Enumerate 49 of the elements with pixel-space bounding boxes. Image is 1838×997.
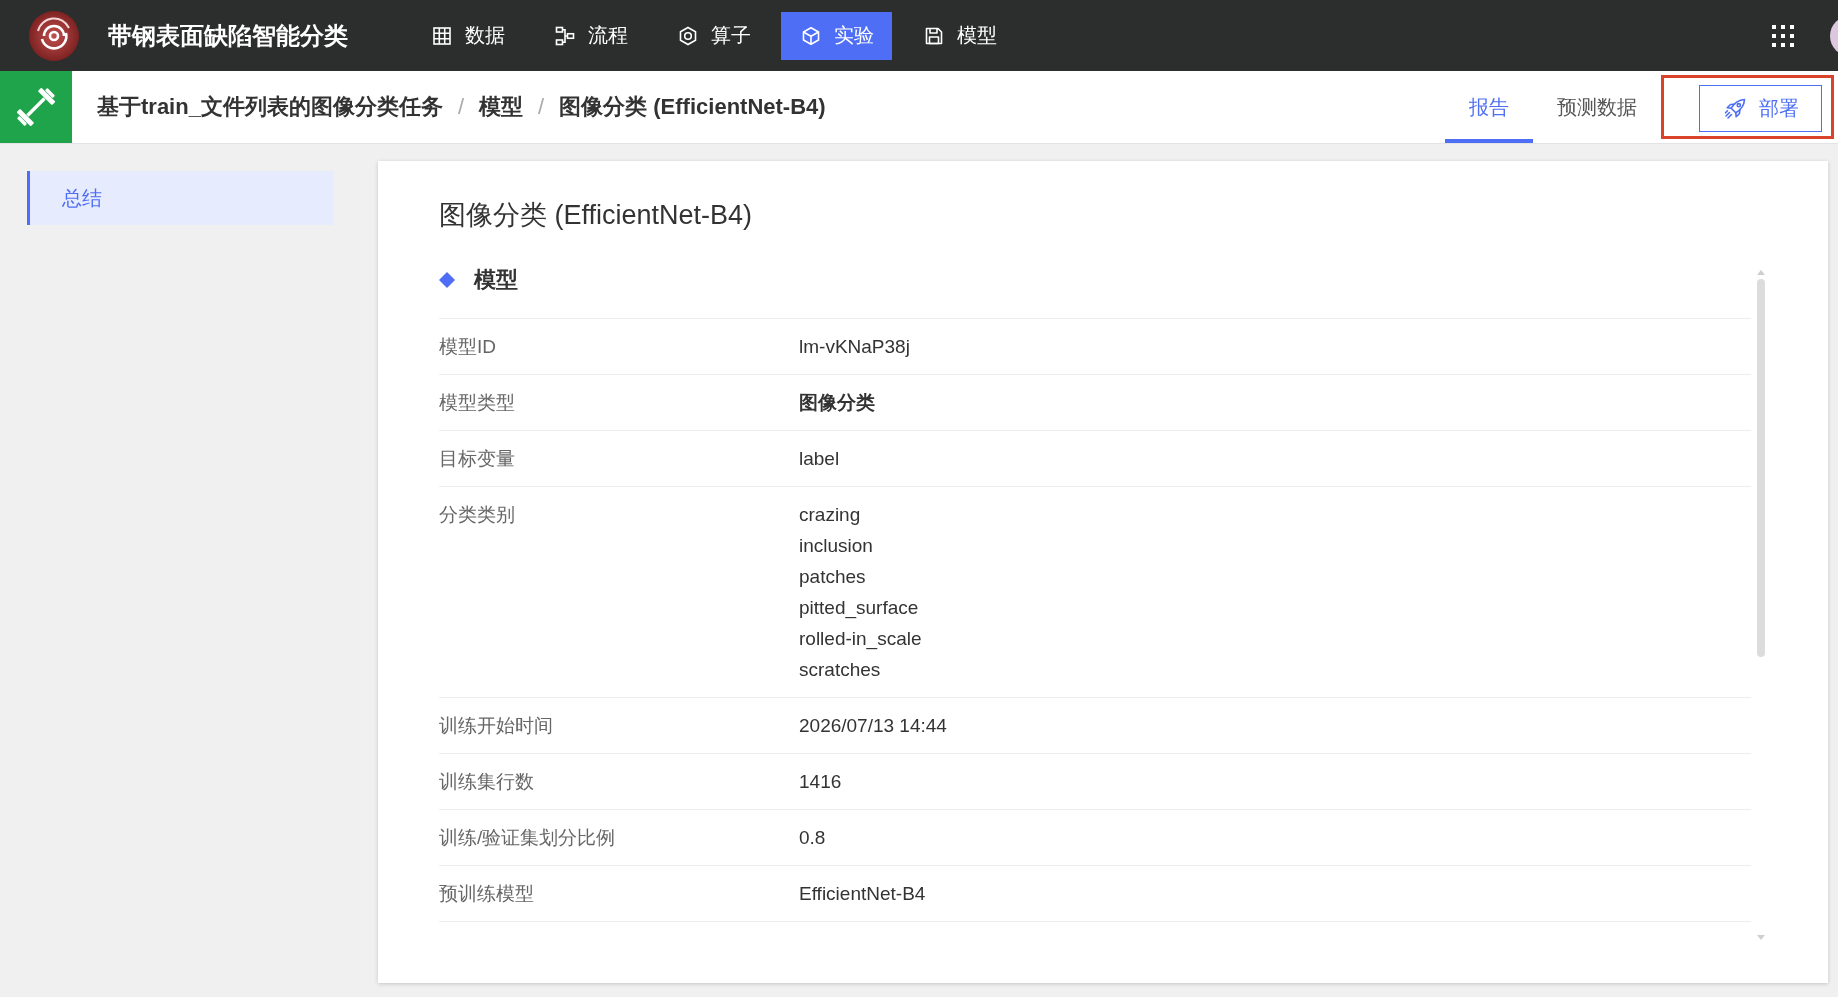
section-heading: 模型 <box>474 266 518 294</box>
nav-tab[interactable]: 流程 <box>535 11 646 60</box>
scroll-up-icon[interactable] <box>1757 270 1765 275</box>
field-value: lm-vKNaP38j <box>799 335 910 359</box>
field-label: 训练/验证集划分比例 <box>439 826 616 850</box>
scroll-down-icon[interactable] <box>1757 935 1765 940</box>
field-value: 2026/07/13 14:44 <box>799 714 947 738</box>
table-icon <box>432 25 452 46</box>
field-value: 图像分类 <box>799 391 875 415</box>
field-value: 1416 <box>799 770 842 794</box>
tab[interactable]: 预测数据 <box>1533 71 1661 143</box>
field-value: scratches <box>799 658 881 682</box>
field-label: 训练集行数 <box>439 770 534 794</box>
diamond-icon <box>439 272 455 288</box>
field-value: inclusion <box>799 534 873 558</box>
field-label: 分类类别 <box>439 503 515 527</box>
field-label: 目标变量 <box>439 447 515 471</box>
field-value: pitted_surface <box>799 596 919 621</box>
field-value: crazing <box>799 503 861 527</box>
tab[interactable]: 报告 <box>1445 71 1533 143</box>
sidebar-item[interactable]: 总结 <box>27 171 333 225</box>
breadcrumb-link[interactable]: 模型 <box>479 92 524 122</box>
field-value: label <box>799 447 840 471</box>
field-label: 训练开始时间 <box>439 714 553 738</box>
breadcrumb-separator: / <box>538 94 545 120</box>
deploy-button[interactable]: 部署 <box>1699 85 1822 132</box>
field-value: rolled-in_scale <box>799 627 922 652</box>
breadcrumb-separator: / <box>457 94 465 120</box>
field-value: EfficientNet-B4 <box>799 882 926 906</box>
nav-tab[interactable]: 实验 <box>781 11 892 60</box>
nav-tab[interactable]: 数据 <box>412 11 523 60</box>
breadcrumb-link[interactable]: 基于train_文件列表的图像分类任务 <box>97 92 443 122</box>
breadcrumb-current: 图像分类 (EfficientNet-B4) <box>559 93 826 121</box>
scrollbar-thumb[interactable] <box>1757 279 1765 657</box>
field-label: 模型类型 <box>439 391 515 415</box>
apps-grid-icon[interactable] <box>1772 24 1794 47</box>
nav-tab[interactable]: 模型 <box>904 11 1015 60</box>
cube-icon <box>801 25 821 46</box>
field-value: 0.8 <box>799 826 826 850</box>
swirl-logo-icon <box>29 10 79 61</box>
app-title: 带钢表面缺陷智能分类 <box>108 20 348 51</box>
rocket-icon <box>1724 97 1746 120</box>
field-value: patches <box>799 565 866 589</box>
flowchart-icon <box>555 25 575 46</box>
report-title: 图像分类 (EfficientNet-B4) <box>439 199 753 232</box>
hexagon-icon <box>678 25 698 46</box>
field-label: 预训练模型 <box>439 882 534 906</box>
field-label: 模型ID <box>439 335 496 359</box>
nav-tab[interactable]: 算子 <box>658 11 769 60</box>
